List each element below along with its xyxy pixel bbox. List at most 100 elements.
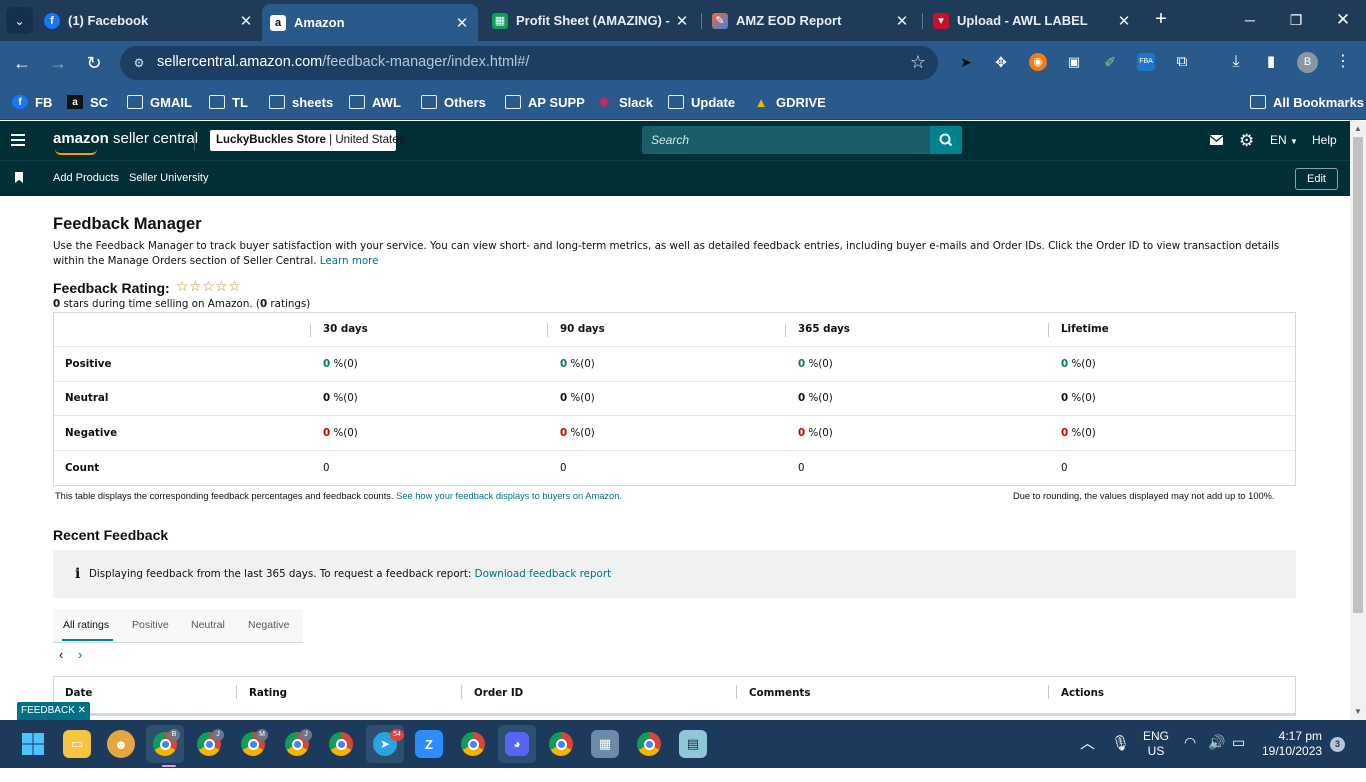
bookmark-sc[interactable]: a SC bbox=[67, 92, 108, 112]
extensions-puzzle-icon[interactable]: ⧉ bbox=[1173, 53, 1191, 71]
bookmark-fb[interactable]: f FB bbox=[12, 92, 52, 112]
fba-extension-icon[interactable]: FBA bbox=[1137, 53, 1155, 71]
close-icon[interactable]: ✕ bbox=[674, 12, 690, 30]
bookmark-others[interactable]: Others bbox=[421, 92, 486, 112]
bookmark-icon[interactable] bbox=[15, 172, 23, 183]
restore-button[interactable]: ❐ bbox=[1284, 9, 1308, 31]
close-icon[interactable]: ✕ bbox=[238, 12, 254, 30]
show-hidden-icons[interactable]: ︿ bbox=[1080, 732, 1095, 780]
messages-icon[interactable] bbox=[1209, 121, 1224, 160]
search-button[interactable] bbox=[930, 126, 962, 154]
feedback-display-link[interactable]: See how your feedback displays to buyers… bbox=[396, 491, 622, 501]
eyedropper-extension-icon[interactable]: ✐ bbox=[1101, 53, 1119, 71]
tab-all-ratings[interactable]: All ratings bbox=[63, 619, 109, 631]
language-selector[interactable]: EN ▼ bbox=[1270, 121, 1298, 160]
chevron-left-icon[interactable]: ‹ bbox=[59, 647, 63, 662]
tab-positive[interactable]: Positive bbox=[132, 619, 169, 631]
forward-icon[interactable]: → bbox=[46, 51, 70, 75]
tab-label: (1) Facebook bbox=[68, 13, 149, 28]
extension-icon[interactable]: ◉ bbox=[1029, 53, 1047, 71]
bookmark-awl[interactable]: AWL bbox=[349, 92, 401, 112]
search-input[interactable]: Search bbox=[642, 126, 931, 154]
chevron-right-icon[interactable]: › bbox=[78, 647, 82, 662]
tab-profit-sheet[interactable]: ▦ Profit Sheet (AMAZING) - G ✕ bbox=[492, 0, 690, 41]
camera-extension-icon[interactable]: ▣ bbox=[1065, 53, 1083, 71]
bookmark-gdrive[interactable]: ▲ GDRIVE bbox=[753, 92, 826, 112]
column-divider bbox=[310, 323, 311, 337]
bookmark-star-icon[interactable]: ☆ bbox=[910, 52, 926, 73]
learn-more-link[interactable]: Learn more bbox=[320, 255, 379, 267]
extension-icon[interactable]: ✥ bbox=[992, 53, 1010, 71]
chrome-icon bbox=[637, 732, 661, 756]
zoom-icon[interactable]: Z bbox=[415, 730, 443, 758]
settings-gear-icon[interactable]: ⚙ bbox=[1239, 121, 1254, 160]
battery-icon[interactable]: ▭ bbox=[1232, 734, 1245, 782]
table-cell: 0 bbox=[560, 462, 567, 474]
chrome-app-2[interactable] bbox=[459, 730, 487, 758]
store-selector[interactable]: LuckyBuckles Store | United States bbox=[210, 130, 404, 151]
tab-search-button[interactable]: ⌄ bbox=[6, 7, 33, 34]
close-icon[interactable]: ✕ bbox=[1116, 12, 1132, 30]
clock[interactable]: 4:17 pm 19/10/2023 bbox=[1262, 729, 1322, 777]
nav-add-products[interactable]: Add Products bbox=[53, 172, 119, 184]
minimize-button[interactable]: ─ bbox=[1238, 9, 1262, 31]
column-header-order-id: Order ID bbox=[474, 687, 524, 699]
close-icon[interactable]: ✕ bbox=[454, 14, 470, 32]
reload-icon[interactable]: ↻ bbox=[82, 51, 106, 75]
close-window-button[interactable]: ✕ bbox=[1331, 9, 1355, 31]
column-divider bbox=[1048, 685, 1049, 699]
site-info-icon[interactable]: ⚙ bbox=[130, 54, 148, 72]
tab-amz-eod-report[interactable]: ✎ AMZ EOD Report ✕ bbox=[712, 0, 910, 41]
bookmark-ap-supp[interactable]: AP SUPP bbox=[505, 92, 585, 112]
tab-upload-awl-label[interactable]: ▾ Upload - AWL LABEL ✕ bbox=[933, 0, 1132, 41]
help-link[interactable]: Help bbox=[1312, 121, 1337, 160]
app-icon[interactable]: ☻ bbox=[107, 730, 135, 758]
tab-neutral[interactable]: Neutral bbox=[191, 619, 225, 631]
side-panel-icon[interactable]: ▮ bbox=[1262, 53, 1280, 71]
chrome-app-4[interactable] bbox=[635, 730, 663, 758]
download-report-link[interactable]: Download feedback report bbox=[475, 568, 611, 580]
edit-nav-button[interactable]: Edit bbox=[1295, 168, 1338, 190]
page-scrollbar[interactable]: ▲ ▼ bbox=[1350, 121, 1366, 720]
more-menu-icon[interactable]: ⋮ bbox=[1334, 53, 1352, 71]
nav-seller-university[interactable]: Seller University bbox=[129, 172, 208, 184]
all-bookmarks[interactable]: All Bookmarks bbox=[1250, 92, 1364, 112]
chrome-app[interactable] bbox=[327, 730, 355, 758]
feedback-button[interactable]: FEEDBACK ✕ bbox=[17, 702, 90, 720]
file-explorer-icon[interactable]: ▭ bbox=[63, 730, 91, 758]
tab-negative[interactable]: Negative bbox=[248, 619, 289, 631]
download-icon[interactable]: ⤓ bbox=[1227, 53, 1245, 71]
chrome-icon bbox=[549, 732, 573, 756]
tab-amazon[interactable]: a Amazon ✕ bbox=[262, 4, 478, 41]
seller-central-logo[interactable]: amazon seller central bbox=[53, 130, 198, 155]
profile-avatar[interactable]: B bbox=[1297, 52, 1318, 73]
bookmark-slack[interactable]: ✱ Slack bbox=[596, 92, 653, 112]
back-icon[interactable]: ← bbox=[10, 51, 34, 75]
active-indicator bbox=[162, 765, 176, 767]
address-bar[interactable]: ⚙ sellercentral.amazon.com/feedback-mana… bbox=[120, 46, 938, 80]
tab-facebook[interactable]: f (1) Facebook ✕ bbox=[44, 0, 254, 41]
calculator-icon[interactable]: ▦ bbox=[591, 730, 619, 758]
discord-app[interactable]: ◕ bbox=[498, 725, 536, 763]
tab-label: Profit Sheet (AMAZING) - G bbox=[516, 13, 674, 28]
close-icon[interactable]: ✕ bbox=[894, 12, 910, 30]
url-text[interactable]: sellercentral.amazon.com/feedback-manage… bbox=[157, 54, 529, 70]
scroll-down-icon[interactable]: ▼ bbox=[1354, 707, 1362, 716]
microphone-icon[interactable]: 🎙 bbox=[1111, 734, 1130, 782]
language-indicator[interactable]: ENG US bbox=[1143, 729, 1169, 777]
bookmark-gmail[interactable]: GMAIL bbox=[127, 92, 192, 112]
new-tab-button[interactable]: + bbox=[1150, 9, 1172, 31]
scroll-up-icon[interactable]: ▲ bbox=[1354, 124, 1362, 133]
hamburger-menu-icon[interactable] bbox=[11, 134, 25, 146]
extension-icon[interactable]: ➤ bbox=[957, 53, 975, 71]
scrollbar-thumb[interactable] bbox=[1353, 137, 1363, 613]
notification-badge[interactable]: 3 bbox=[1330, 737, 1345, 752]
start-button[interactable] bbox=[19, 730, 47, 758]
wifi-icon[interactable]: ◠ bbox=[1184, 734, 1196, 782]
bookmark-sheets[interactable]: sheets bbox=[269, 92, 333, 112]
volume-icon[interactable]: 🔊 bbox=[1208, 734, 1225, 782]
bookmark-tl[interactable]: TL bbox=[209, 92, 248, 112]
bookmark-update[interactable]: Update bbox=[668, 92, 735, 112]
notepad-icon[interactable]: ▤ bbox=[679, 730, 707, 758]
chrome-app-3[interactable] bbox=[547, 730, 575, 758]
